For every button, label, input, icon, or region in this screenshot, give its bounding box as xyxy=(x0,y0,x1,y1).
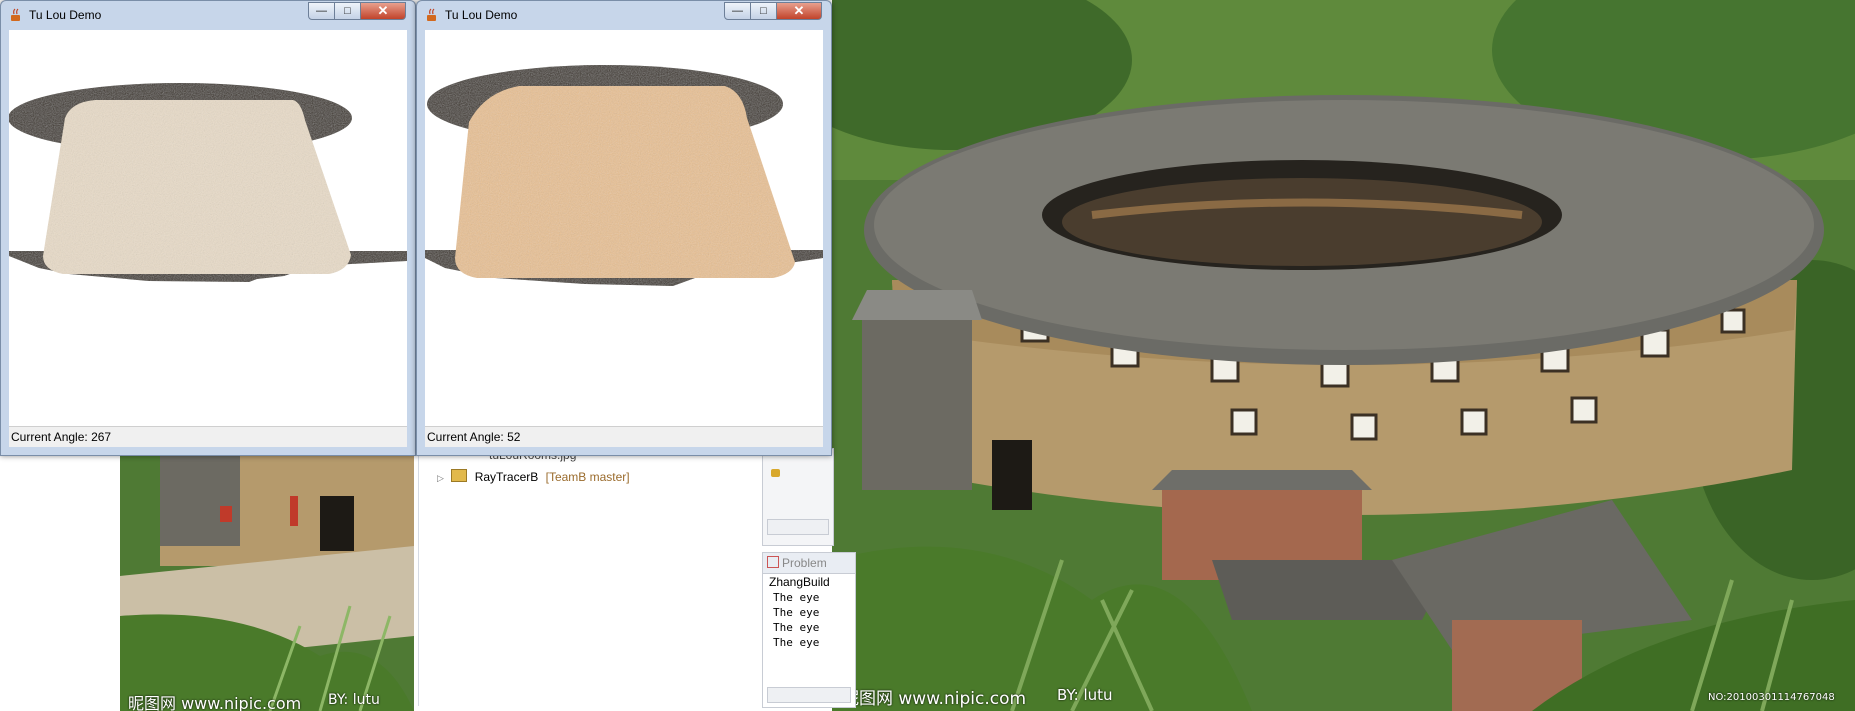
maximize-button[interactable]: □ xyxy=(750,2,777,20)
tower-wall xyxy=(455,86,795,278)
git-branch-label: [TeamB master] xyxy=(545,470,630,484)
side-panel-scrollbar[interactable] xyxy=(767,519,829,535)
watermark-site-left: 昵图网 www.nipic.com xyxy=(128,694,302,711)
project-folder-icon xyxy=(451,469,468,482)
project-explorer: tuLouRooms.jpg ▷ RayTracerB [TeamB maste… xyxy=(418,448,755,706)
angle-value: 52 xyxy=(507,430,521,444)
expand-arrow-icon[interactable]: ▷ xyxy=(437,474,446,483)
console-line: The eye xyxy=(773,621,820,634)
console-line: The eye xyxy=(773,591,820,604)
tulou-render xyxy=(9,83,407,282)
tab-problems[interactable]: Problem xyxy=(763,553,855,574)
console-title: ZhangBuild xyxy=(769,575,830,589)
status-bar: Current Angle: 52 xyxy=(425,426,823,447)
angle-label: Current Angle: xyxy=(427,430,504,444)
angle-value: 267 xyxy=(91,430,112,444)
tulou-photo-right: 昵图网 www.nipic.com BY: lutu NO:2010030111… xyxy=(832,0,1855,711)
angle-label: Current Angle: xyxy=(11,430,88,444)
tulou-photo-left: 昵图网 www.nipic.com BY: lutu xyxy=(120,456,414,711)
java-icon xyxy=(425,8,439,22)
watermark-site-right: 昵图网 www.nipic.com xyxy=(842,689,1027,709)
watermark-image-number: NO:20100301114767048 xyxy=(1708,692,1835,703)
minimize-button[interactable]: — xyxy=(308,2,335,20)
tab-problems-label: Problem xyxy=(782,556,827,570)
title-bar[interactable]: Tu Lou Demo — □ ✕ xyxy=(417,1,831,29)
java-icon xyxy=(9,8,23,22)
window-title: Tu Lou Demo xyxy=(445,8,518,22)
close-button[interactable]: ✕ xyxy=(360,2,406,20)
close-button[interactable]: ✕ xyxy=(776,2,822,20)
title-bar[interactable]: Tu Lou Demo — □ ✕ xyxy=(1,1,415,29)
render-canvas[interactable] xyxy=(425,30,823,432)
status-bar: Current Angle: 267 xyxy=(9,426,407,447)
minimize-button[interactable]: — xyxy=(724,2,751,20)
console-scrollbar[interactable] xyxy=(767,687,851,703)
tulou-illustration xyxy=(832,0,1855,711)
tower-wall xyxy=(43,100,351,274)
tulou-render xyxy=(425,65,823,286)
console-line: The eye xyxy=(773,636,820,649)
project-name: RayTracerB xyxy=(474,470,539,484)
problems-icon xyxy=(767,556,779,568)
maximize-button[interactable]: □ xyxy=(334,2,361,20)
lock-icon xyxy=(771,469,780,477)
ide-side-panel xyxy=(762,448,834,546)
watermark-author-right: BY: lutu xyxy=(1057,686,1113,704)
render-canvas[interactable] xyxy=(9,30,407,432)
console-line: The eye xyxy=(773,606,820,619)
tulou-detail-illustration xyxy=(120,456,414,711)
watermark-author-left: BY: lutu xyxy=(328,692,380,708)
tulou-demo-window-1: Tu Lou Demo — □ ✕ Current Angle: 267 xyxy=(0,0,416,456)
problems-console-panel: Problem ZhangBuild The eye The eye The e… xyxy=(762,552,856,708)
window-title: Tu Lou Demo xyxy=(29,8,102,22)
tulou-demo-window-2: Tu Lou Demo — □ ✕ Current Angle: 52 xyxy=(416,0,832,456)
tree-item-project[interactable]: ▷ RayTracerB [TeamB master] xyxy=(437,468,630,486)
